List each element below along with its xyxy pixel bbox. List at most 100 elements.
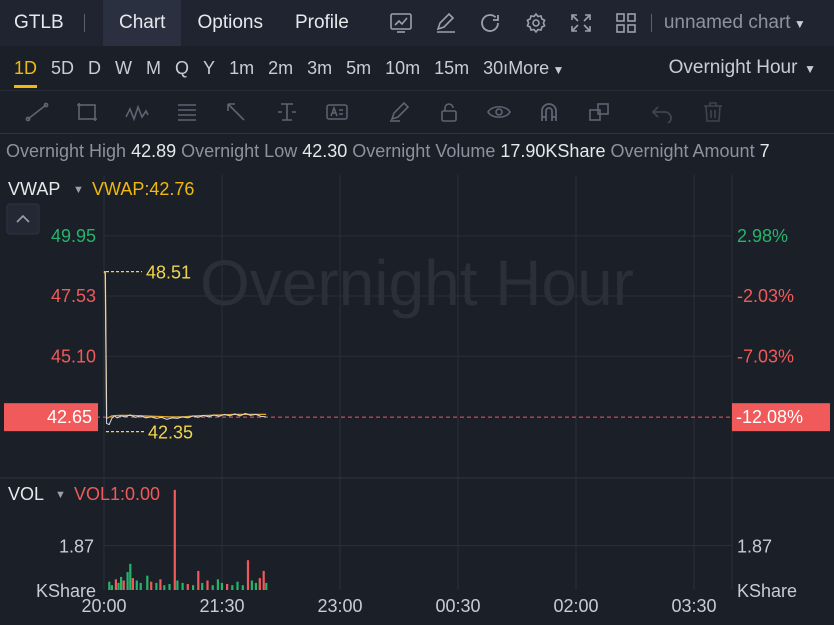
session-label: Overnight Hour — [668, 57, 798, 78]
period-year[interactable]: Y — [196, 46, 222, 90]
price-tick-label: 49.95 — [51, 226, 96, 246]
period-more-button[interactable]: More ▼ — [508, 46, 571, 90]
tab-options[interactable]: Options — [181, 0, 278, 46]
time-tick-label: 21:30 — [199, 596, 244, 616]
volume-bar — [206, 580, 209, 590]
rectangle-icon[interactable] — [62, 90, 112, 134]
percent-tick-label: 2.98% — [737, 226, 788, 246]
volume-bar — [108, 581, 111, 590]
volume-unit-label-right: KShare — [737, 581, 797, 601]
brush-icon[interactable] — [374, 90, 424, 134]
more-label: More — [508, 58, 550, 78]
caret-down-icon: ▼ — [797, 62, 816, 76]
layers-icon[interactable] — [574, 90, 624, 134]
caret-down-icon: ▼ — [55, 489, 66, 501]
layout-grid-icon[interactable] — [604, 0, 649, 46]
volume-bar — [220, 582, 223, 590]
volume-bar — [265, 582, 268, 590]
volume-bars — [108, 489, 268, 590]
chart-name-select[interactable]: unnamed chart ▼ — [664, 12, 806, 34]
period-10m[interactable]: 10m — [378, 46, 427, 90]
collapse-button — [6, 203, 40, 235]
volume-bar — [236, 581, 239, 590]
percent-tick-label: -2.03% — [737, 286, 794, 306]
period-1d[interactable]: 1D — [7, 46, 44, 90]
price-tick-label: 47.53 — [51, 286, 96, 306]
caret-down-icon: ▼ — [73, 184, 84, 196]
fullscreen-icon[interactable] — [559, 0, 604, 46]
period-month[interactable]: M — [139, 46, 168, 90]
volume-bar — [114, 579, 117, 590]
time-tick-label: 03:30 — [671, 596, 716, 616]
current-price-tag — [4, 403, 98, 432]
period-15m[interactable]: 15m — [427, 46, 476, 90]
overnight-low-label: Overnight Low — [181, 141, 298, 161]
volume-bar — [241, 585, 244, 590]
vwap-line — [103, 271, 267, 420]
arrow-icon[interactable] — [212, 90, 262, 134]
eye-icon[interactable] — [474, 90, 524, 134]
volume-bar — [254, 582, 257, 590]
vertical-line-icon[interactable] — [262, 90, 312, 134]
time-axis: 20:00 21:30 23:00 00:30 02:00 03:30 — [81, 596, 716, 616]
magnet-icon[interactable] — [524, 90, 574, 134]
wave-icon[interactable] — [112, 90, 162, 134]
overnight-amount-value: 7 — [759, 141, 770, 161]
text-icon[interactable] — [312, 90, 362, 134]
chart-name-label: unnamed chart — [663, 12, 791, 33]
volume-bar — [211, 585, 214, 590]
overnight-high-label: Overnight High — [6, 141, 127, 161]
volume-bar — [197, 570, 200, 590]
period-2m[interactable]: 2m — [261, 46, 300, 90]
vol-indicator-name: VOL — [8, 484, 44, 504]
symbol-title: GTLB — [14, 12, 64, 33]
volume-bar — [201, 582, 204, 590]
period-1m[interactable]: 1m — [222, 46, 261, 90]
volume-bar — [117, 582, 120, 590]
time-tick-label: 20:00 — [81, 596, 126, 616]
volume-bar — [135, 580, 138, 590]
tab-profile[interactable]: Profile — [279, 0, 365, 46]
period-5d[interactable]: 5D — [44, 46, 81, 90]
volume-bar — [226, 584, 229, 590]
overnight-high-value: 42.89 — [131, 141, 177, 161]
volume-bar — [246, 560, 250, 590]
right-percent-axis: 2.98% -2.03% -7.03% — [737, 226, 794, 366]
time-tick-label: 02:00 — [553, 596, 598, 616]
period-3m[interactable]: 3m — [300, 46, 339, 90]
tab-chart[interactable]: Chart — [103, 0, 182, 46]
overnight-volume-value: 17.90KShare — [500, 141, 606, 161]
delete-icon[interactable] — [688, 90, 738, 134]
settings-icon[interactable] — [514, 0, 559, 46]
volume-bar — [120, 576, 123, 590]
trend-line-icon[interactable] — [12, 90, 62, 134]
overnight-low-value: 42.30 — [302, 141, 348, 161]
volume-unit-label: KShare — [36, 581, 96, 601]
period-day[interactable]: D — [81, 46, 108, 90]
volume-bar — [122, 580, 125, 590]
percent-tick-label: -7.03% — [737, 346, 794, 366]
volume-bar — [186, 584, 189, 590]
time-tick-label: 23:00 — [317, 596, 362, 616]
chart-template-icon[interactable] — [379, 0, 424, 46]
period-quarter[interactable]: Q — [168, 46, 196, 90]
volume-bar — [216, 579, 219, 590]
refresh-icon[interactable] — [469, 0, 514, 46]
fib-icon[interactable] — [162, 90, 212, 134]
volume-bar — [110, 585, 113, 590]
volume-bar — [250, 580, 253, 590]
period-week[interactable]: W — [108, 46, 139, 90]
volume-bar — [129, 563, 132, 590]
pen-icon[interactable] — [424, 0, 469, 46]
main-indicator-name: VWAP — [8, 179, 60, 199]
overnight-amount-label: Overnight Amount — [610, 141, 755, 161]
period-5m[interactable]: 5m — [339, 46, 378, 90]
period-30m[interactable]: 30ı — [476, 46, 508, 90]
volume-bar — [146, 575, 149, 590]
lock-icon[interactable] — [424, 90, 474, 134]
session-select[interactable]: Overnight Hour ▼ — [669, 46, 816, 90]
undo-icon[interactable] — [638, 90, 688, 134]
vwap-value: VWAP:42.76 — [92, 179, 194, 199]
chart-grid — [103, 175, 733, 590]
volume-axis-tick: 1.87 — [59, 536, 94, 556]
